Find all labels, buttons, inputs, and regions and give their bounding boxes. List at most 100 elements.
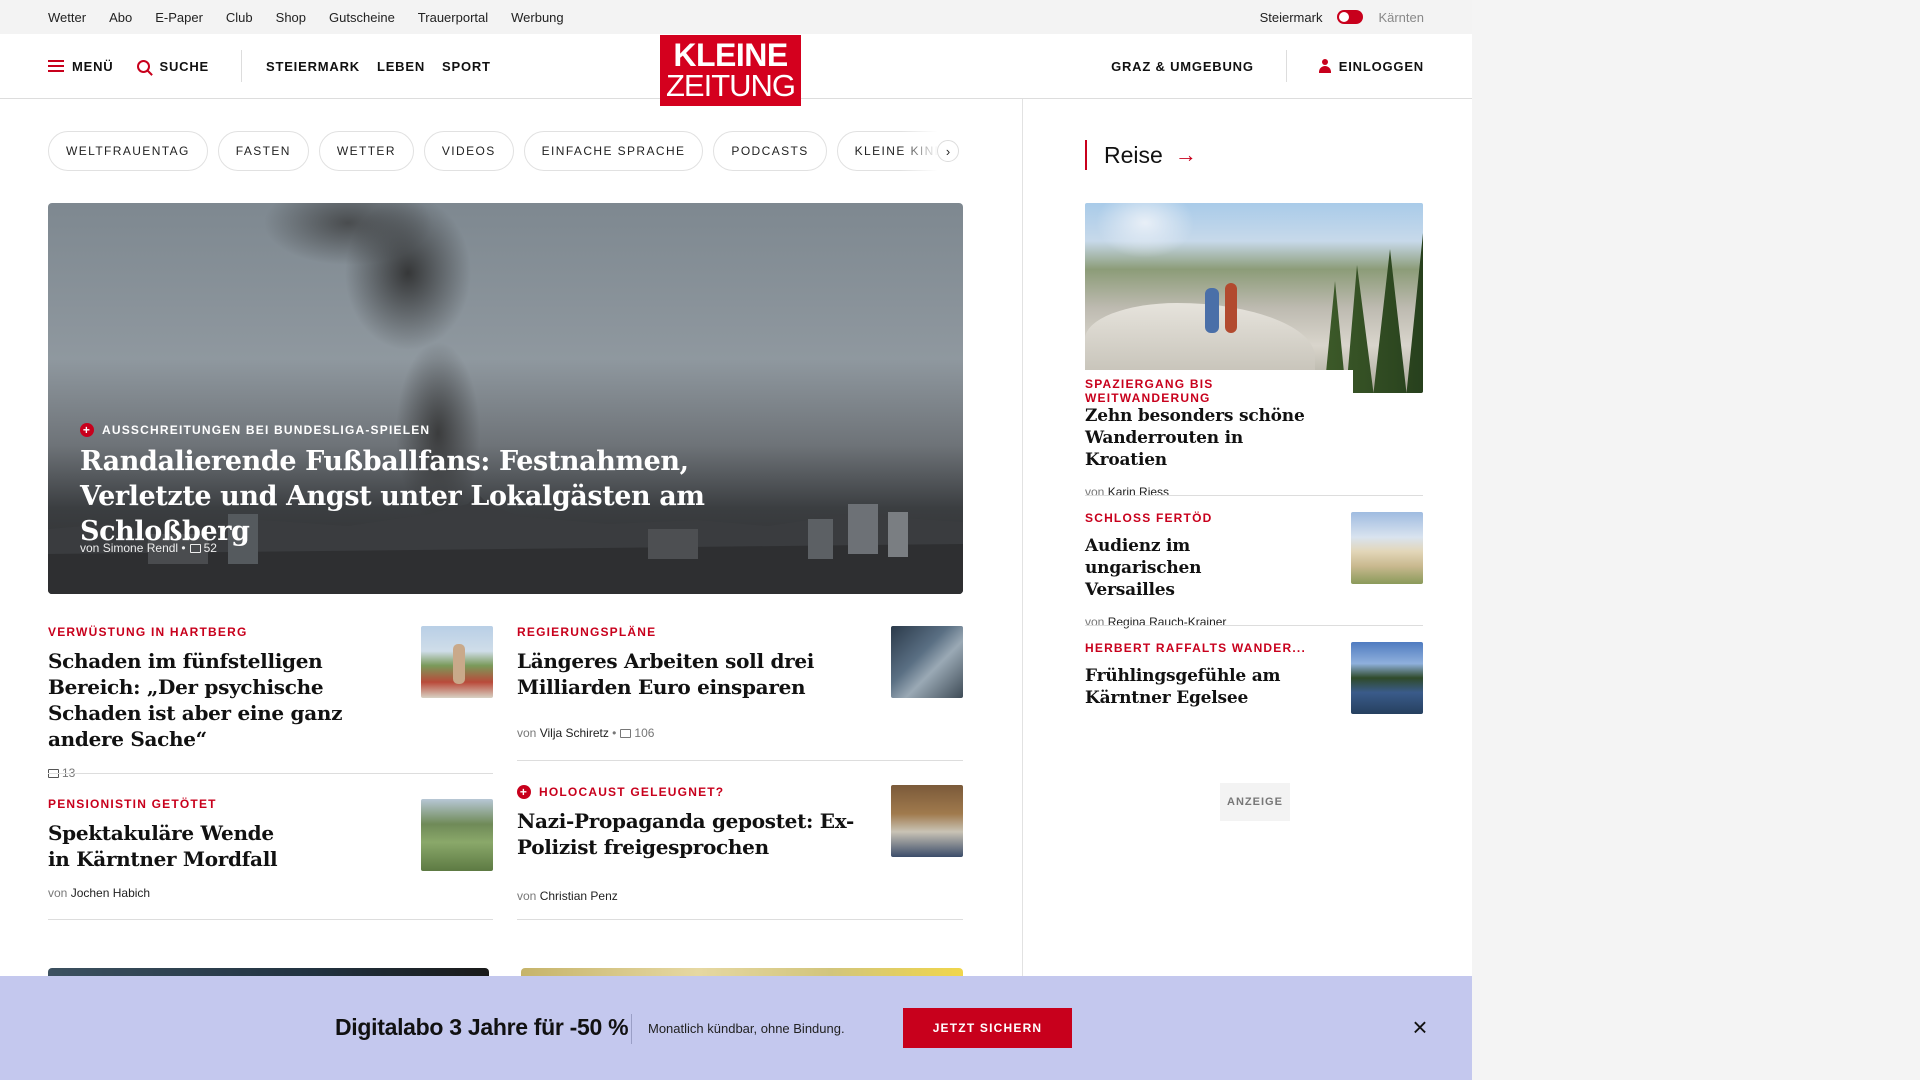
section-title: Reise	[1104, 141, 1163, 168]
region-toggle[interactable]	[1337, 10, 1364, 24]
menu-button[interactable]: MENÜ	[48, 59, 113, 74]
search-icon	[137, 59, 151, 73]
header-divider	[241, 50, 242, 82]
chevron-right-icon[interactable]: ›	[937, 140, 959, 162]
service-link-club[interactable]: Club	[226, 10, 253, 25]
hamburger-icon	[48, 60, 64, 72]
login-button[interactable]: EINLOGGEN	[1318, 59, 1424, 74]
featured-author[interactable]: Karin Riess	[1108, 485, 1169, 499]
article-comment-count[interactable]: 106	[634, 726, 654, 740]
article-headline[interactable]: Längeres Arbeiten soll drei Milliarden E…	[517, 648, 867, 700]
article-teaser[interactable]: + HOLOCAUST GELEUGNET? Nazi-Propaganda g…	[517, 785, 867, 903]
header-right-divider	[1285, 50, 1287, 82]
hero-byline: von Simone Rendl • 52	[80, 541, 217, 555]
nav-sport[interactable]: SPORT	[442, 59, 491, 74]
sidebar-thumbnail[interactable]	[1351, 642, 1423, 714]
nav-steiermark[interactable]: STEIERMARK	[266, 59, 360, 74]
local-region-link[interactable]: GRAZ & UMGEBUNG	[1111, 59, 1254, 74]
hero-comment-count[interactable]: 52	[204, 541, 217, 555]
sidebar-thumbnail[interactable]	[1351, 512, 1423, 584]
article-kicker: + HOLOCAUST GELEUGNET?	[517, 785, 867, 799]
hero-author[interactable]: Simone Rendl	[103, 541, 178, 555]
article-meta: von Vilja Schiretz • 106	[517, 726, 655, 740]
article-kicker: PENSIONISTIN GETÖTET	[48, 797, 217, 811]
region-steiermark[interactable]: Steiermark	[1260, 10, 1323, 25]
tag-videos[interactable]: VIDEOS	[423, 131, 514, 171]
comment-icon	[189, 543, 201, 553]
article-teaser[interactable]: PENSIONISTIN GETÖTET Spektakuläre Wende …	[48, 797, 398, 900]
article-headline[interactable]: Nazi-Propaganda gepostet: Ex-Polizist fr…	[517, 808, 867, 860]
sidebar-meta: von Regina Rauch-Krainer	[1085, 615, 1423, 629]
subscription-banner: Digitalabo 3 Jahre für -50 % Monatlich k…	[0, 976, 1472, 1080]
article-kicker-text: HOLOCAUST GELEUGNET?	[539, 785, 725, 799]
service-link-trauerportal[interactable]: Trauerportal	[418, 10, 488, 25]
search-button[interactable]: SUCHE	[137, 59, 209, 74]
region-kaernten[interactable]: Kärnten	[1378, 10, 1424, 25]
featured-article[interactable]: Zehn besonders schöne Wanderrouten in Kr…	[1085, 405, 1423, 499]
tag-podcasts[interactable]: PODCASTS	[713, 131, 827, 171]
page: Wetter Abo E-Paper Club Shop Gutscheine …	[0, 0, 1472, 1080]
hero-kicker: + AUSSCHREITUNGEN BEI BUNDESLIGA-SPIELEN	[80, 423, 430, 437]
article-author-prefix: von	[48, 886, 68, 900]
article-thumbnail[interactable]	[891, 785, 963, 857]
service-link-abo[interactable]: Abo	[109, 10, 132, 25]
hero-article[interactable]: + AUSSCHREITUNGEN BEI BUNDESLIGA-SPIELEN…	[48, 203, 963, 594]
service-link-shop[interactable]: Shop	[276, 10, 306, 25]
subscribe-button[interactable]: JETZT SICHERN	[903, 1008, 1072, 1048]
hero-kicker-text: AUSSCHREITUNGEN BEI BUNDESLIGA-SPIELEN	[102, 423, 431, 437]
article-author-prefix: von	[517, 889, 537, 903]
article-thumbnail[interactable]	[421, 799, 493, 871]
header-right: GRAZ & UMGEBUNG EINLOGGEN	[1111, 34, 1424, 98]
divider	[48, 773, 493, 774]
search-label: SUCHE	[159, 58, 209, 74]
service-link-wetter[interactable]: Wetter	[48, 10, 86, 25]
service-bar: Wetter Abo E-Paper Club Shop Gutscheine …	[0, 0, 1472, 34]
header-left: MENÜ SUCHE STEIERMARK LEBEN SPORT	[48, 34, 491, 98]
article-headline[interactable]: Spektakuläre Wende in Kärntner Mordfall	[48, 820, 278, 872]
article-author[interactable]: Christian Penz	[540, 889, 618, 903]
service-link-gutscheine[interactable]: Gutscheine	[329, 10, 395, 25]
sidebar-headline[interactable]: Audienz im ungarischen Versailles	[1085, 535, 1285, 601]
sidebar-author-prefix: von	[1085, 615, 1105, 629]
divider	[1085, 495, 1423, 496]
nav-leben[interactable]: LEBEN	[377, 59, 425, 74]
ad-label: ANZEIGE	[1220, 783, 1290, 821]
plus-icon: +	[80, 423, 94, 437]
article-author[interactable]: Jochen Habich	[71, 886, 150, 900]
article-thumbnail[interactable]	[891, 626, 963, 698]
tag-einfache-sprache[interactable]: EINFACHE SPRACHE	[523, 131, 704, 171]
service-links: Wetter Abo E-Paper Club Shop Gutscheine …	[48, 0, 587, 34]
tag-weltfrauentag[interactable]: WELTFRAUENTAG	[48, 131, 208, 171]
region-switch: Steiermark Kärnten	[1260, 0, 1424, 34]
article-thumbnail[interactable]	[421, 626, 493, 698]
article-author-prefix: von	[517, 726, 537, 740]
featured-kicker: SPAZIERGANG BIS WEITWANDERUNG	[1085, 370, 1353, 410]
tag-wetter[interactable]: WETTER	[318, 131, 414, 171]
article-teaser[interactable]: VERWÜSTUNG IN HARTBERG Schaden im fünfst…	[48, 625, 398, 780]
hero-author-prefix: von	[80, 541, 100, 555]
tag-fasten[interactable]: FASTEN	[217, 131, 309, 171]
divider	[48, 919, 493, 920]
service-link-epaper[interactable]: E-Paper	[155, 10, 203, 25]
sidebar-author[interactable]: Regina Rauch-Krainer	[1108, 615, 1227, 629]
service-link-werbung[interactable]: Werbung	[511, 10, 564, 25]
logo-line-1: KLEINE	[673, 36, 788, 73]
article-teaser[interactable]: REGIERUNGSPLÄNE Längeres Arbeiten soll d…	[517, 625, 867, 740]
featured-headline[interactable]: Zehn besonders schöne Wanderrouten in Kr…	[1085, 405, 1325, 471]
article-author[interactable]: Vilja Schiretz	[540, 726, 609, 740]
main-header: MENÜ SUCHE STEIERMARK LEBEN SPORT KLEINE…	[0, 34, 1472, 106]
plus-icon: +	[517, 785, 531, 799]
article-kicker: VERWÜSTUNG IN HARTBERG	[48, 625, 248, 639]
article-headline[interactable]: Schaden im fünfstelligen Bereich: „Der p…	[48, 648, 398, 752]
column-divider	[1022, 99, 1023, 979]
site-logo[interactable]: KLEINE ZEITUNG	[660, 35, 801, 106]
featured-travel-image[interactable]	[1085, 203, 1423, 393]
close-icon[interactable]: ×	[1409, 1014, 1431, 1040]
sidebar-headline[interactable]: Frühlingsgefühle am Kärntner Egelsee	[1085, 665, 1285, 709]
divider	[517, 760, 963, 761]
arrow-right-icon: →	[1174, 142, 1197, 167]
main-nav: STEIERMARK LEBEN SPORT	[266, 59, 491, 74]
featured-author-prefix: von	[1085, 485, 1105, 499]
section-header-reise[interactable]: Reise →	[1085, 140, 1197, 170]
hero-headline[interactable]: Randalierende Fußballfans: Festnahmen, V…	[80, 444, 800, 549]
